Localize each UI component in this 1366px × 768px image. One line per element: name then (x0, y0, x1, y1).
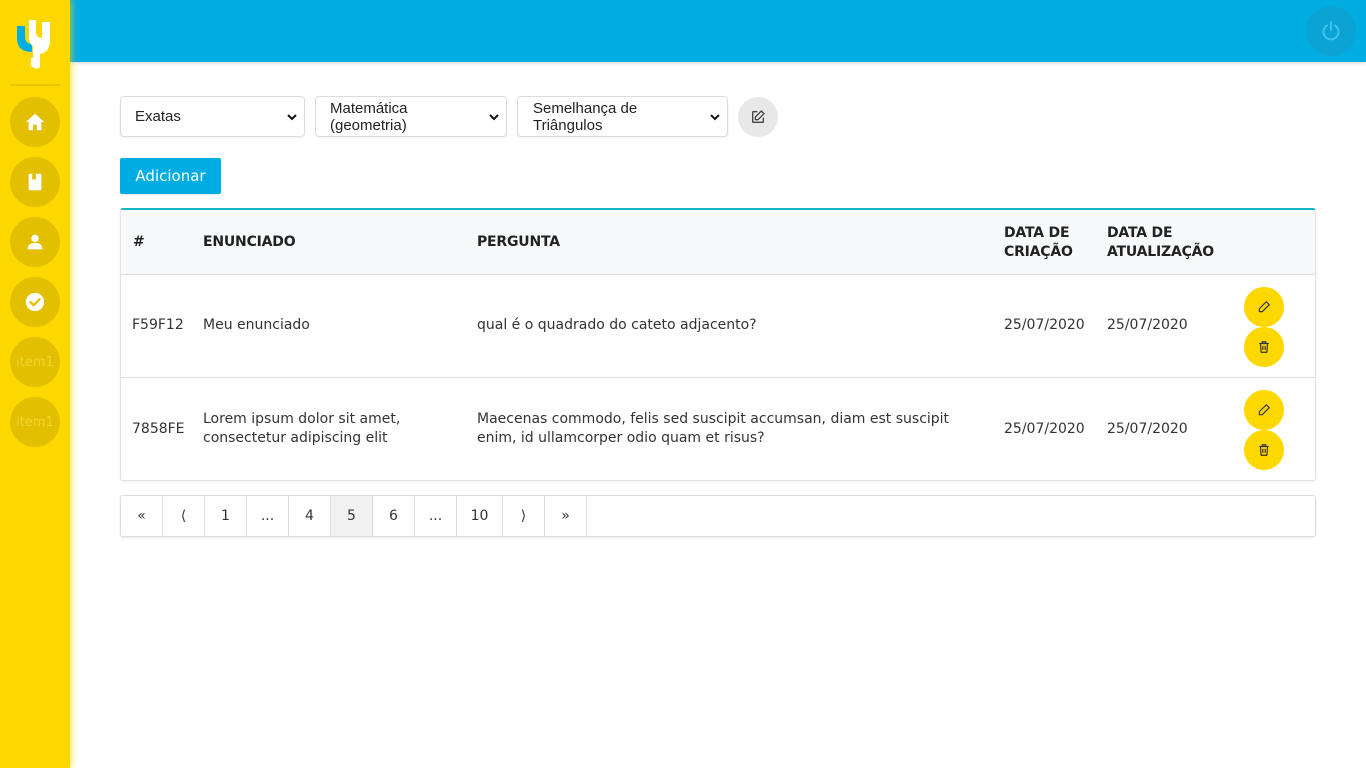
page-5-button-active[interactable]: 5 (331, 496, 373, 536)
top-bar (70, 0, 1366, 62)
cell-created: 25/07/2020 (1004, 317, 1085, 333)
chevron-down-icon (287, 113, 297, 120)
area-select[interactable]: Exatas (120, 96, 305, 137)
sidebar-item-label: item1 (16, 354, 54, 370)
page-ellipsis[interactable]: ... (247, 496, 289, 536)
header-question: PERGUNTA (477, 234, 560, 250)
edit-icon (752, 110, 765, 123)
page-4-button[interactable]: 4 (289, 496, 331, 536)
check-circle-icon (25, 292, 45, 312)
sidebar-item-user[interactable] (10, 217, 60, 267)
sidebar-divider (10, 84, 60, 86)
cell-question: Maecenas commodo, felis sed suscipit acc… (477, 411, 950, 446)
questions-table: # ENUNCIADO PERGUNTA DATA DE CRIAÇÃO DAT… (120, 208, 1316, 481)
yu-logo-icon[interactable] (14, 18, 54, 70)
topic-select[interactable]: Semelhança de Triângulos (517, 96, 728, 137)
header-id: # (133, 234, 145, 250)
page-next-button[interactable]: ⟩ (503, 496, 545, 536)
power-icon (1322, 21, 1340, 41)
sidebar-item-home[interactable] (10, 97, 60, 147)
cell-created: 25/07/2020 (1004, 421, 1085, 437)
cell-statement: Lorem ipsum dolor sit amet, consectetur … (203, 411, 401, 446)
sidebar-item-label: item1 (16, 414, 54, 430)
page-1-button[interactable]: 1 (205, 496, 247, 536)
page-first-button[interactable]: « (121, 496, 163, 536)
trash-icon (1259, 341, 1269, 353)
cell-id: F59F12 (132, 317, 184, 333)
page-last-button[interactable]: » (545, 496, 587, 536)
edit-row-button[interactable] (1244, 287, 1284, 327)
area-select-value: Exatas (135, 108, 181, 125)
pagination: « ⟨ 1 ... 4 5 6 ... 10 ⟩ » (120, 495, 1316, 537)
cell-question: qual é o quadrado do cateto adjacento? (477, 317, 757, 333)
cell-statement: Meu enunciado (203, 317, 310, 333)
chevron-down-icon (710, 113, 720, 120)
header-statement: ENUNCIADO (203, 234, 296, 250)
sidebar-item-item1-2[interactable]: item1 (10, 397, 60, 447)
subject-select[interactable]: Matemática (geometria) (315, 96, 507, 137)
table-header: # ENUNCIADO PERGUNTA DATA DE CRIAÇÃO DAT… (121, 210, 1315, 275)
topic-select-value: Semelhança de Triângulos (533, 99, 638, 134)
page-6-button[interactable]: 6 (373, 496, 415, 536)
book-icon (28, 173, 42, 191)
pencil-icon (1258, 301, 1270, 313)
edit-row-button[interactable] (1244, 390, 1284, 430)
page-ellipsis[interactable]: ... (415, 496, 457, 536)
sidebar-item-check[interactable] (10, 277, 60, 327)
delete-row-button[interactable] (1244, 430, 1284, 470)
pencil-icon (1258, 404, 1270, 416)
page-10-button[interactable]: 10 (457, 496, 503, 536)
page-prev-button[interactable]: ⟨ (163, 496, 205, 536)
cell-updated: 25/07/2020 (1107, 317, 1188, 333)
cell-updated: 25/07/2020 (1107, 421, 1188, 437)
header-updated: DATA DE ATUALIZAÇÃO (1107, 225, 1214, 260)
user-icon (27, 234, 43, 250)
sidebar-item-item1[interactable]: item1 (10, 337, 60, 387)
header-created: DATA DE CRIAÇÃO (1004, 225, 1073, 260)
edit-filter-button[interactable] (738, 97, 778, 137)
home-icon (25, 113, 45, 131)
cell-id: 7858FE (132, 421, 185, 437)
sidebar: item1 item1 (0, 0, 70, 768)
subject-select-value: Matemática (geometria) (330, 99, 408, 134)
sidebar-item-book[interactable] (10, 157, 60, 207)
table-row: 7858FE Lorem ipsum dolor sit amet, conse… (121, 378, 1315, 481)
logout-button[interactable] (1306, 6, 1356, 56)
delete-row-button[interactable] (1244, 327, 1284, 367)
add-button[interactable]: Adicionar (120, 158, 221, 194)
trash-icon (1259, 444, 1269, 456)
chevron-down-icon (489, 113, 499, 120)
table-row: F59F12 Meu enunciado qual é o quadrado d… (121, 275, 1315, 378)
